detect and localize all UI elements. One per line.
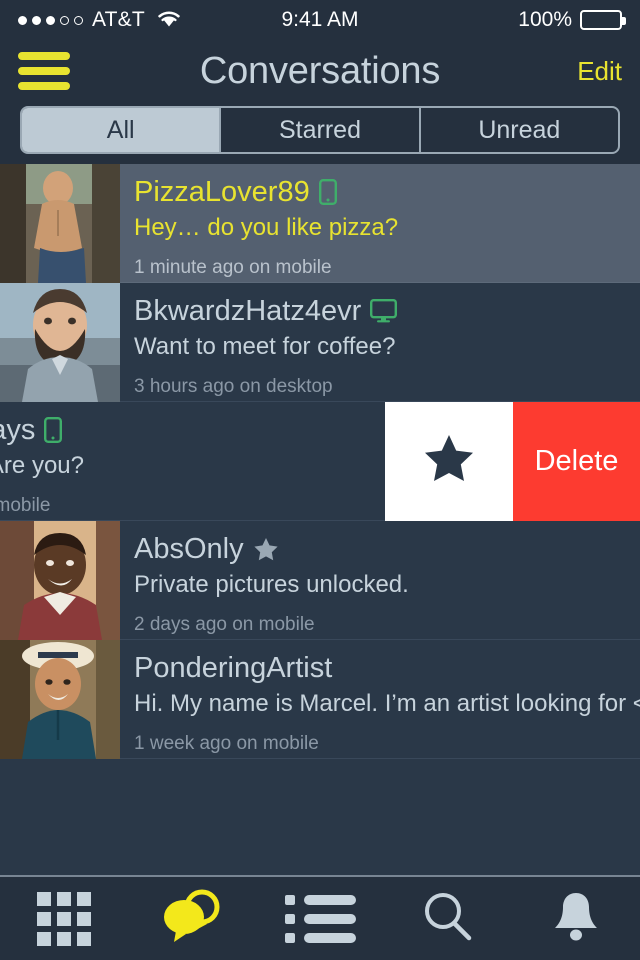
conversation-row[interactable]: BkwardzHatz4evr Want to meet for coffee?… <box>0 283 640 402</box>
star-icon <box>253 537 279 562</box>
conversation-row[interactable]: PizzaLover89 Hey… do you like pizza? 1 m… <box>0 164 640 283</box>
conversation-preview: Private pictures unlocked. <box>134 571 409 599</box>
conversation-row-content[interactable]: Booty4Days I’m ready. Are you? Yesterday… <box>0 402 385 521</box>
conversation-details: PizzaLover89 Hey… do you like pizza? 1 m… <box>120 164 640 282</box>
edit-button[interactable]: Edit <box>577 56 622 87</box>
page-title: Conversations <box>199 49 441 92</box>
conversation-preview: Want to meet for coffee? <box>134 333 396 361</box>
bell-icon <box>551 889 601 948</box>
conversation-name: PizzaLover89 <box>134 176 310 208</box>
segment-unread[interactable]: Unread <box>421 108 618 152</box>
delete-action-button[interactable]: Delete <box>513 402 640 521</box>
mobile-device-icon <box>44 417 63 444</box>
filter-segmented-control-wrap: All Starred Unread <box>0 102 640 164</box>
conversation-row-content[interactable]: PonderingArtist Hi. My name is Marcel. I… <box>0 640 640 759</box>
navigation-bar: Conversations Edit <box>0 40 640 102</box>
filter-segmented-control: All Starred Unread <box>20 106 620 154</box>
avatar <box>0 521 120 640</box>
bottom-tab-bar <box>0 875 640 960</box>
app-screen: AT&T 9:41 AM 100% Conversations Edit All… <box>0 0 640 960</box>
star-icon <box>422 433 476 490</box>
conversation-name-line: PizzaLover89 <box>134 176 626 208</box>
tab-grid[interactable] <box>0 891 128 946</box>
search-icon <box>421 889 475 948</box>
avatar <box>0 640 120 759</box>
conversation-name: Booty4Days <box>0 414 36 446</box>
conversation-row-content[interactable]: AbsOnly Private pictures unlocked. 2 day… <box>0 521 640 640</box>
conversation-timestamp: 3 hours ago on desktop <box>134 376 333 398</box>
tab-list[interactable] <box>256 894 384 943</box>
conversation-details: PonderingArtist Hi. My name is Marcel. I… <box>120 640 640 758</box>
tab-notifications[interactable] <box>512 889 640 948</box>
conversation-name: AbsOnly <box>134 533 244 565</box>
wifi-icon <box>156 8 182 33</box>
conversation-name: BkwardzHatz4evr <box>134 295 362 327</box>
conversation-name-line: BkwardzHatz4evr <box>134 295 626 327</box>
conversation-row[interactable]: Delete Booty4Days <box>0 402 640 521</box>
conversation-name: PonderingArtist <box>134 652 333 684</box>
list-empty-space <box>0 759 640 871</box>
conversation-preview: I’m ready. Are you? <box>0 452 84 480</box>
swipe-actions: Delete <box>385 402 640 521</box>
desktop-device-icon <box>370 299 398 323</box>
conversation-timestamp: 1 minute ago on mobile <box>134 257 332 279</box>
star-action-button[interactable] <box>385 402 513 521</box>
tab-search[interactable] <box>384 889 512 948</box>
tab-conversations[interactable] <box>128 889 256 948</box>
conversation-row[interactable]: PonderingArtist Hi. My name is Marcel. I… <box>0 640 640 759</box>
hamburger-menu-icon[interactable] <box>18 52 70 90</box>
conversation-row-content[interactable]: BkwardzHatz4evr Want to meet for coffee?… <box>0 283 640 402</box>
conversation-timestamp: 1 week ago on mobile <box>134 733 319 755</box>
grid-icon <box>37 891 91 946</box>
conversation-details: Booty4Days I’m ready. Are you? Yesterday… <box>0 402 385 520</box>
conversation-preview: Hi. My name is Marcel. I’m an artist loo… <box>134 690 640 718</box>
mobile-device-icon <box>318 179 337 206</box>
chat-bubbles-icon <box>159 889 225 948</box>
conversation-name-line: AbsOnly <box>134 533 626 565</box>
list-icon <box>284 894 356 943</box>
status-bar-right: 100% <box>320 8 626 32</box>
status-bar-left: AT&T <box>18 8 320 33</box>
signal-strength-indicator <box>18 15 83 25</box>
conversation-row-content[interactable]: PizzaLover89 Hey… do you like pizza? 1 m… <box>0 164 640 283</box>
conversation-details: AbsOnly Private pictures unlocked. 2 day… <box>120 521 640 639</box>
conversation-name-line: Booty4Days <box>0 414 371 446</box>
conversation-list: PizzaLover89 Hey… do you like pizza? 1 m… <box>0 164 640 871</box>
conversation-name-line: PonderingArtist <box>134 652 626 684</box>
conversation-timestamp: 2 days ago on mobile <box>134 614 315 636</box>
avatar <box>0 164 120 283</box>
segment-all[interactable]: All <box>22 108 222 152</box>
status-bar: AT&T 9:41 AM 100% <box>0 0 640 40</box>
conversation-preview: Hey… do you like pizza? <box>134 214 399 242</box>
conversation-row[interactable]: AbsOnly Private pictures unlocked. 2 day… <box>0 521 640 640</box>
conversation-timestamp: Yesterday on mobile <box>0 495 51 517</box>
carrier-label: AT&T <box>92 8 145 31</box>
battery-full-icon <box>580 10 626 30</box>
battery-percent-label: 100% <box>518 8 572 31</box>
segment-starred[interactable]: Starred <box>221 108 421 152</box>
avatar <box>0 283 120 402</box>
conversation-details: BkwardzHatz4evr Want to meet for coffee?… <box>120 283 640 401</box>
